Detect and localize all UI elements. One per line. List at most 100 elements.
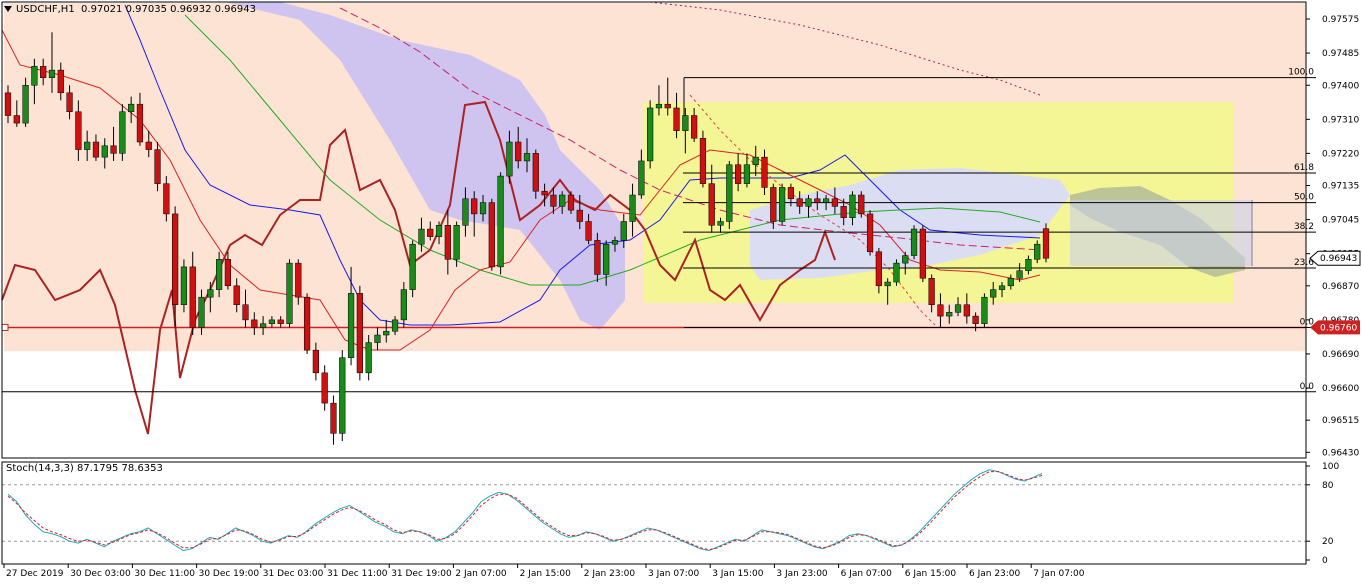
support-price-tag: 0.96760 — [1310, 320, 1360, 335]
candle-body — [946, 312, 953, 317]
current-price-tag: 0.96943 — [1309, 250, 1361, 266]
candle — [154, 142, 161, 192]
candle-body — [620, 221, 627, 241]
candle-body — [216, 259, 223, 290]
collapse-triangle-icon[interactable] — [4, 6, 12, 12]
candle — [919, 225, 926, 283]
candle-body — [981, 296, 988, 324]
candle-body — [4, 92, 12, 116]
candle-body — [515, 141, 522, 162]
support-price-tag-text: 0.96760 — [1320, 323, 1357, 333]
candle-body — [541, 190, 548, 196]
candle-body — [75, 111, 82, 150]
candle-body — [259, 323, 267, 328]
candle-body — [752, 156, 759, 165]
candle-body — [1042, 228, 1050, 259]
ohlc-label: 0.97021 0.97035 0.96932 0.96943 — [81, 4, 256, 15]
candle-body — [629, 194, 636, 222]
support-handle — [1, 323, 9, 331]
time-tick-label: 31 Dec 03:00 — [263, 569, 324, 579]
candle-body — [603, 243, 610, 275]
candle-body — [128, 103, 135, 112]
candle-body — [479, 202, 487, 215]
fib-level-label: 61.8 — [1294, 163, 1314, 173]
candle-body — [180, 266, 188, 305]
symbol-label: USDCHF,H1 — [16, 4, 75, 15]
candle — [303, 293, 311, 354]
candle-body — [523, 153, 531, 162]
price-tick-label: 0.96430 — [1322, 448, 1359, 458]
time-tick-label: 7 Jan 07:00 — [1033, 569, 1085, 579]
candle-body — [374, 334, 381, 343]
candle-body — [251, 319, 258, 328]
candle-body — [893, 262, 900, 283]
candle-body — [919, 228, 926, 279]
candle-body — [506, 141, 513, 177]
current-price-tag-text: 0.96943 — [1320, 254, 1357, 264]
candle-body — [708, 183, 715, 226]
fib-lower-zero-label: 0.0 — [1300, 382, 1315, 392]
price-tick-label: 0.97045 — [1322, 216, 1359, 226]
candle-body — [682, 115, 689, 131]
candle — [858, 191, 865, 218]
time-tick-label: 6 Jan 23:00 — [969, 569, 1021, 579]
time-tick-label: 6 Jan 15:00 — [905, 569, 957, 579]
stoch-header: Stoch(14,3,3) 87.1795 78.6353 — [6, 463, 163, 474]
candle — [409, 240, 416, 298]
candle — [981, 293, 988, 328]
candle-body — [866, 213, 874, 253]
candle-body — [822, 198, 830, 203]
candle-body — [444, 225, 451, 260]
candle-body — [92, 141, 100, 158]
candle-body — [312, 349, 319, 374]
projection-rect — [1070, 200, 1252, 266]
candle — [356, 285, 363, 381]
candle-body — [13, 115, 20, 124]
candle-body — [990, 289, 997, 298]
candle-body — [198, 296, 205, 328]
candle-body — [339, 357, 346, 434]
time-tick-label: 30 Dec 11:00 — [134, 569, 195, 579]
time-tick-label: 2 Jan 15:00 — [520, 569, 572, 579]
price-chart[interactable]: 100.061.850.038.223.60.00.0 10080200 0.9… — [0, 0, 1362, 584]
candle-body — [163, 183, 170, 215]
candle-body — [207, 289, 214, 298]
candle-body — [884, 281, 891, 287]
fib-level-label: 50.0 — [1294, 193, 1314, 203]
price-tick-label: 0.97400 — [1322, 81, 1359, 91]
candle-body — [471, 198, 478, 215]
candle-body — [937, 304, 944, 317]
candle-body — [875, 251, 882, 287]
price-tick-label: 0.97220 — [1322, 149, 1359, 159]
candle-body — [858, 194, 865, 215]
candle — [286, 259, 293, 328]
candle-body — [655, 103, 663, 109]
candle-body — [286, 262, 293, 324]
candle — [699, 130, 707, 188]
price-tick-label: 0.96870 — [1322, 282, 1359, 292]
candle-body — [910, 228, 918, 256]
candle — [910, 225, 918, 260]
candle-body — [1016, 270, 1023, 279]
candle-body — [611, 240, 619, 245]
candle-body — [1025, 259, 1032, 271]
stoch-tick-label: 80 — [1322, 481, 1334, 491]
candle-body — [559, 194, 566, 207]
price-tick-label: 0.97310 — [1322, 115, 1359, 125]
candle-body — [268, 319, 276, 324]
symbol-header: USDCHF,H1 0.97021 0.97035 0.96932 0.9694… — [4, 4, 256, 15]
candle-body — [902, 255, 909, 264]
candle-body — [1034, 243, 1041, 260]
fib-level-label: 100.0 — [1288, 68, 1314, 78]
time-tick-label: 6 Jan 07:00 — [841, 569, 893, 579]
candle-body — [638, 160, 645, 196]
candle-body — [400, 289, 407, 321]
candle-body — [840, 206, 847, 218]
time-tick-label: 3 Jan 07:00 — [648, 569, 700, 579]
candle-body — [172, 213, 179, 305]
price-tick-label: 0.97135 — [1322, 182, 1359, 192]
candle — [180, 259, 188, 313]
stoch-tick-label: 20 — [1322, 537, 1334, 547]
candle-body — [673, 107, 680, 131]
price-tick-label: 0.97575 — [1322, 15, 1359, 25]
